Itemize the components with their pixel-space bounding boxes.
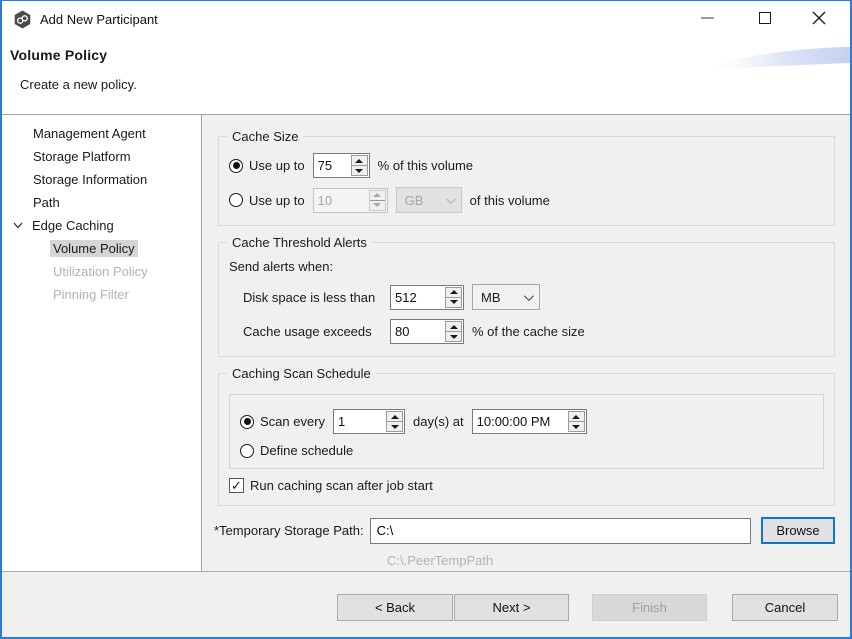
disk-space-unit-dropdown[interactable]: MB <box>472 284 540 310</box>
wizard-header: Volume Policy Create a new policy. <box>2 39 850 115</box>
tree-item-storage-information[interactable]: Storage Information <box>2 168 201 191</box>
alerts-intro-row: Send alerts when: <box>229 259 824 274</box>
minimize-icon <box>701 17 714 19</box>
tree-item-storage-platform[interactable]: Storage Platform <box>2 145 201 168</box>
disk-space-row: Disk space is less than MB <box>229 284 824 310</box>
wizard-steps-tree: Management Agent Storage Platform Storag… <box>2 115 202 571</box>
spin-down-icon[interactable] <box>446 332 461 341</box>
percent-value-input[interactable] <box>314 154 350 177</box>
spin-down-icon[interactable] <box>446 298 461 307</box>
fixed-size-spinner <box>313 188 388 213</box>
maximize-icon <box>759 12 771 24</box>
wizard-footer: < Back Next > Finish Cancel <box>2 571 850 637</box>
spinner-arrows <box>369 190 386 211</box>
run-after-start-row: Run caching scan after job start <box>229 478 824 493</box>
spin-down-icon[interactable] <box>569 422 584 431</box>
disk-space-value-input[interactable] <box>391 286 444 309</box>
scan-every-row: Scan every day(s) at <box>240 409 815 434</box>
fixed-size-value-input <box>314 189 368 212</box>
finish-button: Finish <box>592 594 707 621</box>
chevron-down-icon[interactable] <box>10 218 26 234</box>
spin-down-icon[interactable] <box>352 166 367 175</box>
cache-size-fixed-row: Use up to GB of this volume <box>229 187 824 213</box>
scan-interval-value-input[interactable] <box>334 410 385 433</box>
use-fixed-radio[interactable] <box>229 193 243 207</box>
size-unit-dropdown: GB <box>396 187 462 213</box>
chevron-down-icon <box>524 291 534 301</box>
temp-path-label: *Temporary Storage Path: <box>214 523 364 538</box>
threshold-alerts-group-title: Cache Threshold Alerts <box>227 235 372 250</box>
spin-up-icon[interactable] <box>387 412 402 422</box>
header-swoosh-decoration <box>700 41 850 73</box>
browse-button[interactable]: Browse <box>761 517 835 544</box>
tree-item-utilization-policy: Utilization Policy <box>2 260 201 283</box>
tree-item-edge-caching[interactable]: Edge Caching <box>2 214 201 237</box>
scan-interval-spinner[interactable] <box>333 409 405 434</box>
spinner-arrows <box>445 287 462 308</box>
cache-size-group: Cache Size Use up to % of this volume <box>218 136 835 226</box>
page-title: Volume Policy <box>10 47 107 63</box>
close-icon <box>812 11 826 25</box>
spin-up-icon[interactable] <box>446 322 461 332</box>
window-title: Add New Participant <box>40 12 158 27</box>
spin-down-icon[interactable] <box>387 422 402 431</box>
tree-item-pinning-filter: Pinning Filter <box>2 283 201 306</box>
chevron-down-icon <box>446 194 456 204</box>
scan-schedule-group-title: Caching Scan Schedule <box>227 366 376 381</box>
app-logo-icon <box>13 10 32 32</box>
spin-down-icon <box>370 201 385 210</box>
use-percent-radio[interactable] <box>229 159 243 173</box>
spin-up-icon[interactable] <box>569 412 584 422</box>
tree-item-management-agent[interactable]: Management Agent <box>2 122 201 145</box>
policy-form: Cache Size Use up to % of this volume <box>202 115 850 571</box>
cache-size-percent-row: Use up to % of this volume <box>229 153 824 178</box>
next-button[interactable]: Next > <box>454 594 569 621</box>
cache-usage-value-input[interactable] <box>391 320 444 343</box>
spinner-arrows <box>568 411 585 432</box>
scan-time-value-input[interactable] <box>473 410 567 433</box>
maximize-button[interactable] <box>748 1 782 35</box>
run-after-start-checkbox[interactable] <box>229 478 244 493</box>
spinner-arrows <box>445 321 462 342</box>
tree-item-path[interactable]: Path <box>2 191 201 214</box>
scan-time-spinner[interactable] <box>472 409 587 434</box>
temp-path-input[interactable] <box>370 518 751 544</box>
cache-usage-spinner[interactable] <box>390 319 464 344</box>
page-subtitle: Create a new policy. <box>20 77 137 92</box>
define-schedule-row: Define schedule <box>240 443 815 458</box>
title-bar: Add New Participant <box>2 1 850 39</box>
minimize-button[interactable] <box>690 1 724 35</box>
cache-size-group-title: Cache Size <box>227 129 303 144</box>
cancel-button[interactable]: Cancel <box>732 594 838 621</box>
scan-every-radio[interactable] <box>240 415 254 429</box>
percent-spinner[interactable] <box>313 153 370 178</box>
spin-up-icon[interactable] <box>446 288 461 298</box>
cache-usage-row: Cache usage exceeds % of the cache size <box>229 319 824 344</box>
temp-path-hint: C:\.PeerTempPath <box>387 553 835 568</box>
back-button[interactable]: < Back <box>337 594 453 621</box>
spin-up-icon <box>370 191 385 201</box>
tree-item-volume-policy[interactable]: Volume Policy <box>2 237 201 260</box>
close-button[interactable] <box>802 1 836 35</box>
threshold-alerts-group: Cache Threshold Alerts Send alerts when:… <box>218 242 835 357</box>
spinner-arrows <box>351 155 368 176</box>
temp-path-row: *Temporary Storage Path: Browse <box>218 517 835 544</box>
spinner-arrows <box>386 411 403 432</box>
spin-up-icon[interactable] <box>352 156 367 166</box>
define-schedule-radio[interactable] <box>240 444 254 458</box>
dialog-window: Add New Participant Volume Policy Create… <box>0 0 852 639</box>
disk-space-spinner[interactable] <box>390 285 464 310</box>
schedule-options-box: Scan every day(s) at <box>229 394 824 469</box>
scan-schedule-group: Caching Scan Schedule Scan every day(s <box>218 373 835 506</box>
